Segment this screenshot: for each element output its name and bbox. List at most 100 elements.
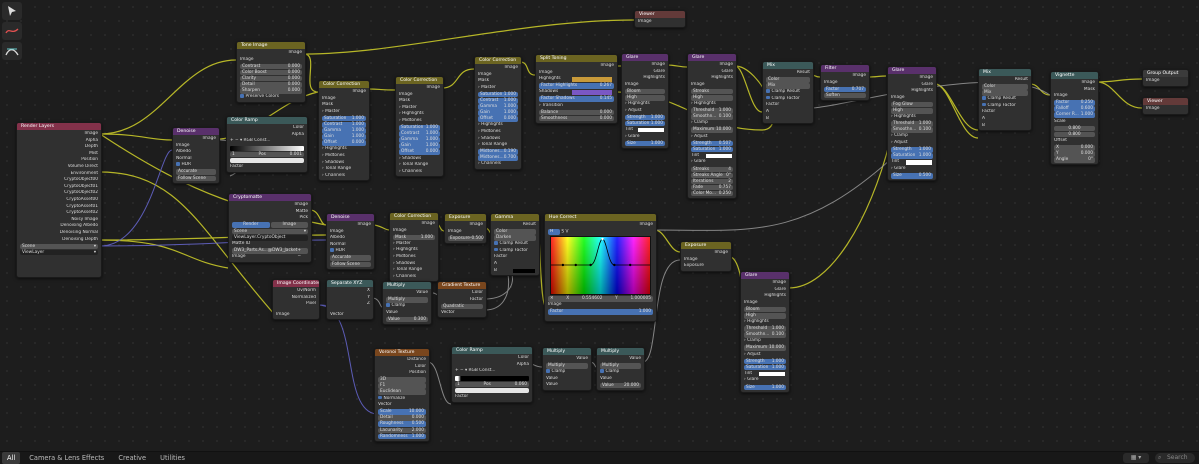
b-input[interactable]: B: [766, 116, 810, 123]
uniform-output[interactable]: Uv/Norm: [276, 288, 316, 295]
highlights-panel[interactable]: Highlights: [322, 146, 366, 153]
clamp-panel[interactable]: Clamp: [744, 338, 786, 345]
clamp-checkbox[interactable]: Clamp: [546, 369, 588, 376]
saturation-field[interactable]: Saturation 1.000: [744, 364, 786, 371]
annotate-tool-button[interactable]: [2, 22, 22, 40]
viewlayer-selector[interactable]: ViewLayer ▾: [20, 249, 98, 256]
value-input[interactable]: Value: [546, 376, 588, 383]
layer-selector[interactable]: ViewLayer.CryptoObject: [232, 234, 308, 241]
midtones-panel[interactable]: Midtones: [399, 118, 440, 125]
smoothness-field[interactable]: Smoothness 0.000: [539, 115, 614, 122]
display-mode-button[interactable]: ▦ ▾: [1123, 453, 1149, 463]
output-socket[interactable]: Alpha: [20, 138, 98, 145]
image-output[interactable]: Image: [393, 221, 435, 228]
factor-input[interactable]: Factor: [982, 109, 1028, 116]
color-output[interactable]: Color: [378, 364, 426, 371]
glare-type-dropdown[interactable]: Bloom: [744, 306, 786, 313]
color-output[interactable]: Color: [441, 290, 483, 297]
multiply-node[interactable]: Multiply Value Multiply Clamp Value Valu…: [596, 347, 645, 391]
corner-radius-field[interactable]: Corner R... 1.000: [1054, 112, 1095, 119]
glare-type-dropdown[interactable]: Fog Glow: [891, 101, 933, 108]
cryptomatte-node[interactable]: Cryptomatte Image Matte Pick Render Imag…: [228, 193, 312, 263]
balance-field[interactable]: Balance 0.000: [539, 109, 614, 116]
clamp-panel[interactable]: Clamp: [691, 120, 733, 127]
blend-mode-dropdown[interactable]: Mix: [982, 90, 1028, 96]
size-field[interactable]: Size 1.000: [744, 384, 786, 391]
image-input[interactable]: Image: [684, 257, 728, 264]
image-input[interactable]: Image: [691, 82, 733, 89]
normalize-checkbox[interactable]: Normalize: [378, 396, 426, 403]
strength-field[interactable]: Strength 1.000: [891, 147, 933, 153]
factor-input[interactable]: Factor: [455, 394, 529, 401]
data-type-dropdown[interactable]: Color: [494, 229, 536, 235]
mask-field[interactable]: Mask 1.000: [393, 234, 435, 241]
image-output[interactable]: Image: [684, 250, 728, 257]
multiply-node[interactable]: Multiply Value Multiply Clamp Value Valu…: [382, 281, 432, 325]
denoise-node[interactable]: Denoise Image Image Albedo Normal HDR Ac…: [326, 213, 375, 270]
image-output[interactable]: Image: [744, 280, 786, 287]
offset-y-field[interactable]: Y 0.000: [1054, 151, 1095, 157]
sharpen-field[interactable]: Sharpen 0.000: [240, 88, 302, 94]
contrast-field[interactable]: Contrast 1.000: [478, 97, 518, 104]
gamma-field[interactable]: Gamma 1.000: [399, 137, 440, 143]
highlights-panel[interactable]: Highlights: [891, 114, 933, 121]
vignette-node[interactable]: Vignette Image Mask Image Factor 0.250 Fa…: [1050, 71, 1099, 166]
value-output[interactable]: Value: [386, 290, 428, 297]
image-coordinates-node[interactable]: Image Coordinates Uv/Norm Normalized Pix…: [272, 279, 320, 321]
highlights-output[interactable]: Highlights: [691, 75, 733, 82]
angle-field[interactable]: Angle 0°: [1054, 157, 1095, 163]
viewer-node[interactable]: Viewer Image: [634, 10, 686, 28]
clamp-panel[interactable]: Clamp: [891, 133, 933, 140]
streaks-angle-field[interactable]: Streaks Angle 0°: [691, 172, 733, 179]
color-output[interactable]: Color: [230, 125, 304, 132]
color-modulation-field[interactable]: Color Mo... 0.250: [691, 190, 733, 197]
stop-position-field[interactable]: 1 Pos 0.001: [230, 151, 304, 158]
streaks-field[interactable]: Streaks 4: [691, 166, 733, 173]
ramp-gradient[interactable]: [230, 145, 304, 151]
image-input[interactable]: Image: [478, 72, 518, 79]
quality-dropdown[interactable]: High: [691, 94, 733, 101]
image-output[interactable]: Image: [539, 63, 614, 70]
glare-type-dropdown[interactable]: Streaks: [691, 88, 733, 95]
image-input[interactable]: Image: [393, 228, 435, 235]
tonal-range-panel[interactable]: Tonal Range: [399, 162, 440, 169]
matte-output[interactable]: Matte: [232, 209, 308, 216]
position-output[interactable]: Position: [378, 370, 426, 377]
z-output[interactable]: Z: [330, 301, 370, 308]
dimensions-dropdown[interactable]: 3D: [378, 377, 426, 383]
alpha-output[interactable]: Alpha: [455, 362, 529, 369]
value-input[interactable]: Value: [386, 310, 428, 317]
image-input[interactable]: Image: [891, 95, 933, 102]
glare-type-dropdown[interactable]: Bloom: [625, 88, 665, 95]
lacunarity-field[interactable]: Lacunarity 2.000: [378, 427, 426, 434]
value-field[interactable]: Value 0.300: [386, 316, 428, 323]
color-boost-field[interactable]: Color Boost 0.000: [240, 69, 302, 76]
tone-image-node[interactable]: Tone Image Image Image Contrast 0.000 Col…: [236, 41, 306, 103]
tab-all[interactable]: All: [2, 452, 21, 464]
output-socket[interactable]: Depth: [20, 144, 98, 151]
y-output[interactable]: Y: [330, 295, 370, 302]
a-input[interactable]: A: [982, 116, 1028, 123]
glare-output[interactable]: Glare: [691, 69, 733, 76]
pixel-output[interactable]: Pixel: [276, 301, 316, 308]
image-input[interactable]: Image: [1146, 106, 1185, 113]
highlights-input[interactable]: Highlights: [539, 76, 614, 83]
image-output[interactable]: Image: [240, 50, 302, 57]
metric-dropdown[interactable]: Euclidean: [378, 389, 426, 396]
tint-input[interactable]: Tint: [691, 153, 733, 160]
iterations-field[interactable]: Iterations 2: [691, 178, 733, 185]
roughness-field[interactable]: Roughness 0.500: [378, 421, 426, 428]
preserve-colors-checkbox[interactable]: Preserve Colors: [240, 94, 302, 101]
image-output[interactable]: Image: [691, 62, 733, 69]
exposure-node[interactable]: Exposure Image Image Exposure -0.500: [444, 213, 487, 244]
value-input[interactable]: Value: [600, 376, 641, 383]
fade-field[interactable]: Fade 0.757: [691, 184, 733, 191]
group-output-node[interactable]: Group Output Image: [1142, 69, 1189, 87]
channels-panel[interactable]: Channels: [393, 274, 435, 281]
output-socket[interactable]: Environment: [20, 171, 98, 178]
output-socket[interactable]: CryptoAsset02: [20, 210, 98, 217]
image-input[interactable]: Image: [232, 254, 308, 261]
image-output[interactable]: Image: [1054, 80, 1095, 87]
transition-panel[interactable]: Transition: [539, 103, 614, 110]
albedo-input[interactable]: Albedo: [176, 149, 216, 156]
